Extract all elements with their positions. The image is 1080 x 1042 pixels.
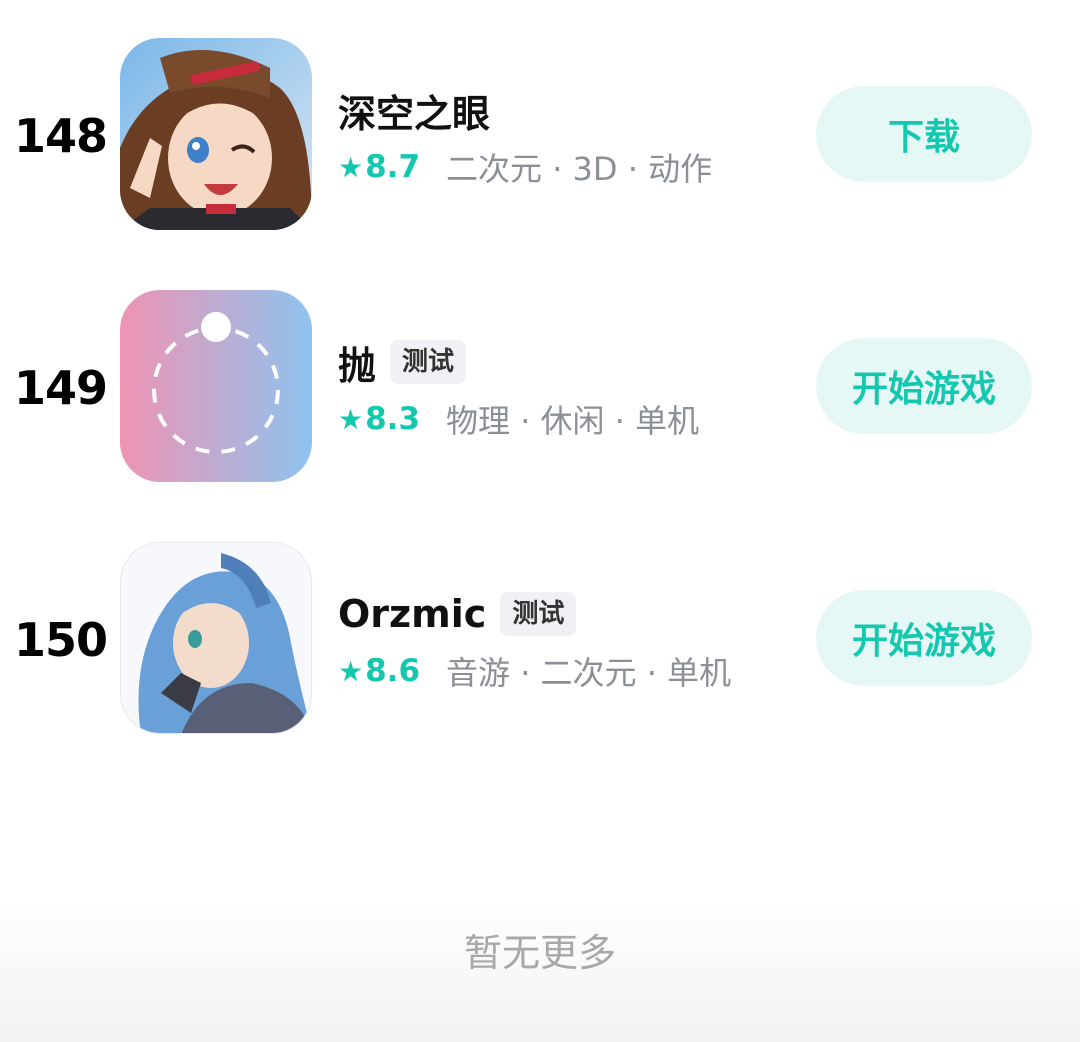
name-line: 深空之眼 [338, 84, 490, 136]
test-badge: 测试 [500, 592, 577, 636]
list-item[interactable]: 148 深空之眼 ★ 8.7 二次元 · 3D · 动作 下载 [0, 38, 1080, 230]
genre-tags: 物理 · 休闲 · 单机 [446, 402, 700, 440]
app-name: 深空之眼 [338, 91, 491, 136]
rank-number: 148 [14, 109, 108, 163]
genre-tags: 音游 · 二次元 · 单机 [446, 654, 732, 692]
list-item[interactable]: 150 Orzmic 测试 ★ 8.6 音游 · 二次元 · 单机 开始游戏 [0, 542, 1080, 734]
rating-score: 8.3 [365, 401, 421, 437]
star-icon: ★ [338, 402, 364, 436]
meta-line: ★ 8.6 音游 · 二次元 · 单机 [338, 648, 731, 694]
download-button[interactable]: 下载 [816, 86, 1032, 182]
app-name: 抛 [338, 343, 377, 388]
rating-score: 8.7 [365, 149, 421, 185]
blue-hair-character-icon[interactable] [120, 542, 312, 734]
rank-number: 149 [14, 361, 108, 415]
no-more-text: 暂无更多 [463, 931, 616, 975]
list-item[interactable]: 149 抛 测试 ★ 8.3 物理 · 休闲 · 单机 开始游戏 [0, 290, 1080, 482]
meta-line: ★ 8.7 二次元 · 3D · 动作 [338, 144, 712, 190]
star-icon: ★ [338, 150, 364, 184]
meta-line: ★ 8.3 物理 · 休闲 · 单机 [338, 396, 699, 442]
rating-score: 8.6 [365, 653, 421, 689]
star-icon: ★ [338, 654, 364, 688]
game-ranking-list: 148 深空之眼 ★ 8.7 二次元 · 3D · 动作 下载 149 抛 测试… [0, 0, 1080, 1042]
start-game-button[interactable]: 开始游戏 [816, 338, 1032, 434]
dashed-circle-icon[interactable] [120, 290, 312, 482]
genre-tags: 二次元 · 3D · 动作 [446, 150, 713, 188]
rank-number: 150 [14, 613, 108, 667]
name-line: Orzmic 测试 [338, 588, 577, 640]
app-name: Orzmic [338, 592, 487, 636]
test-badge: 测试 [390, 340, 467, 384]
name-line: 抛 测试 [338, 336, 467, 388]
anime-character-icon[interactable] [120, 38, 312, 230]
start-game-button[interactable]: 开始游戏 [816, 590, 1032, 686]
